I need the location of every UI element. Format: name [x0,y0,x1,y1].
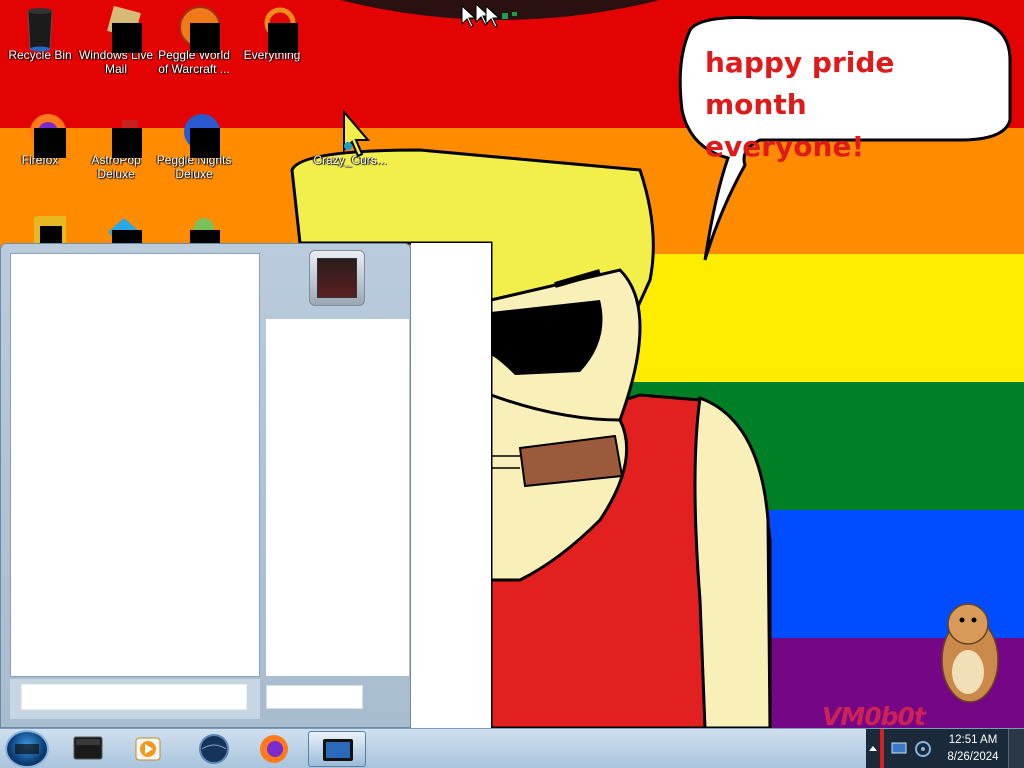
hamster-figure [941,603,999,703]
taskbar-clock[interactable]: 12:51 AM 8/26/2024 [940,732,1006,766]
speech-line-2: everyone! [705,130,865,163]
cursor-cluster-icon [461,2,517,28]
firefox-icon [260,735,288,763]
watermark-text: VM0b0t [822,702,926,728]
terminal-icon [20,212,70,244]
desktop-icon-partial-2[interactable] [76,212,156,244]
start-menu-programs-list[interactable] [10,253,260,677]
shutdown-button[interactable] [266,685,363,709]
speech-line-1: happy pride month [705,46,895,121]
volume-icon[interactable] [914,740,932,758]
desktop-icon-peggle-wow[interactable]: Peggle World of Warcraft ... [154,5,234,76]
astropop-icon [96,110,144,160]
desktop-icon-recycle-bin[interactable]: Recycle Bin [0,5,80,62]
taskbar-app-3[interactable] [188,731,240,767]
taskbar-app-5[interactable] [308,731,366,767]
taskbar: 12:51 AM 8/26/2024 [0,728,1024,768]
recycle-bin-icon [20,5,60,52]
clock-time: 12:51 AM [948,734,998,746]
peggle-icon [174,5,222,55]
speech-bubble-text: happy pride month everyone! [705,42,995,168]
desktop-icon-astropop[interactable]: AstroPop Deluxe [76,110,156,181]
terminal-icon [73,736,103,760]
window-icon [323,739,353,761]
network-icon[interactable] [890,740,908,758]
desktop-icon-firefox[interactable]: Firefox [0,110,80,167]
peggle-nights-icon [174,110,222,160]
clock-date: 8/26/2024 [947,751,999,763]
desktop-icon-crazy-cursors[interactable]: Crazy_Curs... [310,109,390,167]
desktop-icon-peggle-nights[interactable]: Peggle Nights Deluxe [154,110,234,181]
arm [693,395,772,728]
show-desktop-button[interactable] [1008,729,1024,768]
start-menu-right-pane[interactable] [266,319,409,676]
blank-window-panel [411,243,491,728]
start-menu-search-input[interactable] [21,684,247,710]
desktop-icon-partial-1[interactable] [0,212,80,244]
windows-orb-icon[interactable] [5,730,49,768]
taskbar-app-2[interactable] [122,731,174,767]
taskbar-app-1[interactable] [62,731,114,767]
search-icon [252,5,300,55]
sunglasses [491,300,603,375]
globe-icon [199,734,229,764]
media-player-icon [135,737,161,761]
mail-icon [96,5,144,55]
gem-icon [96,212,144,244]
user-picture[interactable] [309,250,365,306]
tray-expand-icon[interactable] [866,741,880,755]
taskbar-app-4[interactable] [248,731,300,767]
tray-separator [880,729,884,768]
user-avatar-icon [317,258,357,298]
start-menu [0,243,411,728]
desktop-icon-windows-live-mail[interactable]: Windows Live Mail [76,5,156,76]
desktop-icon-partial-3[interactable] [154,212,234,244]
plant-icon [174,212,222,244]
cursor-icon [330,109,371,158]
firefox-icon [20,110,66,160]
desktop-icon-everything[interactable]: Everything [232,5,312,62]
